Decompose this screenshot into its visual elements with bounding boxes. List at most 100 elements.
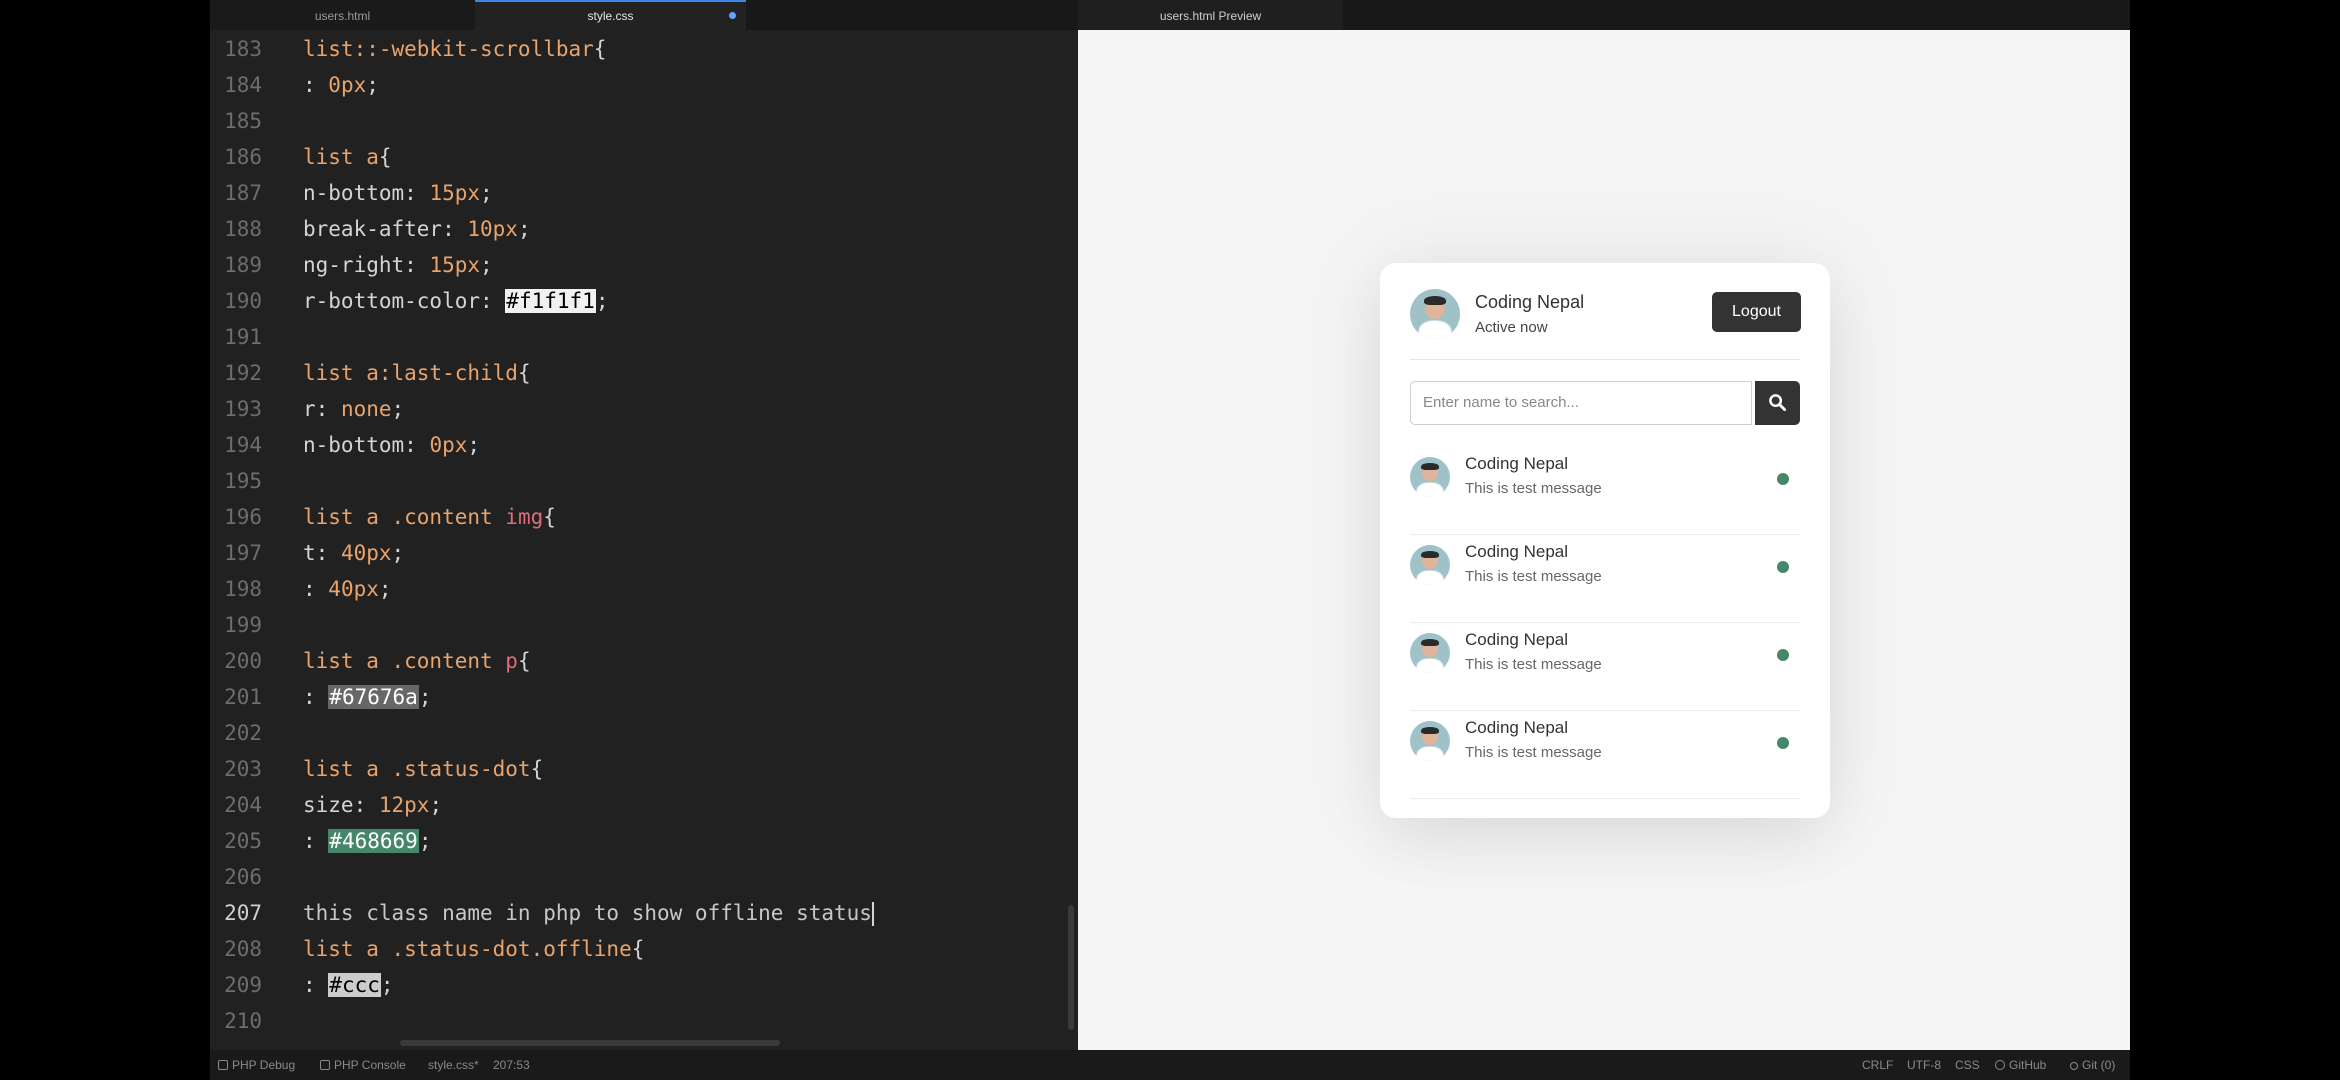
code-line[interactable]: 204 size: 12px; — [210, 787, 1078, 823]
avatar — [1410, 633, 1450, 673]
code-line[interactable]: 195 — [210, 463, 1078, 499]
line-number: 193 — [224, 397, 262, 421]
line-number: 183 — [224, 37, 262, 61]
tab-style-css[interactable]: style.css — [475, 0, 746, 30]
line-number: 208 — [224, 937, 262, 961]
vertical-scrollbar[interactable] — [1068, 905, 1074, 1030]
code-token: ; — [418, 685, 432, 709]
code-value: 40px — [328, 577, 379, 601]
code-text: list a .status-dot.offline{ — [303, 931, 644, 967]
code-value: #f1f1f1 — [505, 289, 596, 313]
user-last-message: This is test message — [1465, 656, 1602, 673]
code-area[interactable]: 183 list::-webkit-scrollbar{184: 0px; 185 1… — [210, 31, 1078, 1050]
php-console-button[interactable]: PHP Console — [320, 1050, 406, 1080]
console-icon — [320, 1060, 330, 1070]
code-line[interactable]: 193 r: none; — [210, 391, 1078, 427]
code-value: 40px — [340, 541, 392, 565]
code-line[interactable]: 200 list a .content p{ — [210, 643, 1078, 679]
code-line[interactable]: 187 n-bottom: 15px; — [210, 175, 1078, 211]
php-debug-button[interactable]: PHP Debug — [218, 1050, 295, 1080]
php-debug-label: PHP Debug — [232, 1058, 296, 1072]
user-list-item[interactable]: Coding Nepal This is test message — [1410, 623, 1800, 711]
code-text: : 40px; — [303, 571, 392, 607]
code-text: : 0px; — [303, 67, 379, 103]
code-line[interactable]: 191 — [210, 319, 1078, 355]
avatar — [1410, 545, 1450, 585]
search-button[interactable] — [1755, 381, 1800, 425]
user-list-item[interactable]: Coding Nepal This is test message — [1410, 535, 1800, 623]
code-line[interactable]: 185 — [210, 103, 1078, 139]
user-list-item[interactable]: Coding Nepal This is test message — [1410, 711, 1800, 799]
cursor-position[interactable]: 207:53 — [493, 1050, 530, 1080]
code-line[interactable]: 205 : #468669; — [210, 823, 1078, 859]
php-console-label: PHP Console — [334, 1058, 406, 1072]
code-text: : #468669; — [303, 823, 431, 859]
code-token: list a .content p{ — [303, 649, 531, 673]
code-token: list::-webkit-scrollbar{ — [303, 37, 607, 61]
code-token: : — [303, 73, 329, 97]
code-line[interactable]: 208 list a .status-dot.offline{ — [210, 931, 1078, 967]
code-line[interactable]: 189 ng-right: 15px; — [210, 247, 1078, 283]
code-text: ng-right: 15px; — [303, 247, 493, 283]
code-text: r-bottom-color: #f1f1f1; — [303, 283, 608, 319]
tab-users-html[interactable]: users.html — [210, 0, 475, 30]
line-number: 194 — [224, 433, 262, 457]
code-line[interactable]: 203 list a .status-dot{ — [210, 751, 1078, 787]
line-number: 205 — [224, 829, 262, 853]
code-line[interactable]: 206 — [210, 859, 1078, 895]
tab-preview[interactable]: users.html Preview — [1078, 0, 1343, 30]
code-token: size: — [303, 793, 379, 817]
code-line[interactable]: 199 — [210, 607, 1078, 643]
code-token: : — [303, 973, 329, 997]
line-number: 186 — [224, 145, 262, 169]
code-line[interactable]: 188 break-after: 10px; — [210, 211, 1078, 247]
code-token: break-after: — [303, 217, 468, 241]
unsaved-dot-icon — [729, 12, 736, 19]
github-icon — [1995, 1060, 2005, 1070]
code-value: #ccc — [328, 973, 381, 997]
language-mode[interactable]: CSS — [1955, 1050, 1980, 1080]
logout-button[interactable]: Logout — [1712, 292, 1801, 332]
current-file[interactable]: style.css* — [428, 1050, 479, 1080]
user-last-message: This is test message — [1465, 744, 1602, 761]
code-editor[interactable]: users.html style.css 183 list::-webkit-sc… — [210, 0, 1078, 1050]
status-bar: PHP Debug PHP Console style.css* 207:53 … — [210, 1050, 2130, 1080]
code-line[interactable]: 209: #ccc; — [210, 967, 1078, 1003]
line-number: 197 — [224, 541, 262, 565]
code-line[interactable]: 190 r-bottom-color: #f1f1f1; — [210, 283, 1078, 319]
line-number: 185 — [224, 109, 262, 133]
search-icon — [1769, 394, 1787, 412]
line-number: 210 — [224, 1009, 262, 1033]
code-line[interactable]: 198: 40px; — [210, 571, 1078, 607]
code-line[interactable]: 196 list a .content img{ — [210, 499, 1078, 535]
user-list-item[interactable]: Coding Nepal This is test message — [1410, 447, 1800, 535]
code-token: ; — [380, 973, 394, 997]
code-line[interactable]: 207 this class name in php to show offlin… — [210, 895, 1078, 931]
user-last-message: This is test message — [1465, 568, 1602, 585]
line-ending[interactable]: CRLF — [1862, 1050, 1893, 1080]
code-line[interactable]: 186 list a{ — [210, 139, 1078, 175]
code-line[interactable]: 202 — [210, 715, 1078, 751]
line-number: 203 — [224, 757, 262, 781]
code-text: r: none; — [303, 391, 404, 427]
code-text: n-bottom: 0px; — [303, 427, 480, 463]
github-button[interactable]: GitHub — [1995, 1050, 2046, 1080]
code-line[interactable]: 201: #67676a; — [210, 679, 1078, 715]
code-line[interactable]: 192 list a:last-child{ — [210, 355, 1078, 391]
code-line[interactable]: 183 list::-webkit-scrollbar{ — [210, 31, 1078, 67]
code-line[interactable]: 210 — [210, 1003, 1078, 1039]
code-line[interactable]: 184: 0px; — [210, 67, 1078, 103]
code-token: ng-right: — [303, 253, 430, 277]
users-card: Coding Nepal Active now Logout Enter nam… — [1380, 263, 1830, 818]
line-number: 199 — [224, 613, 262, 637]
code-token: ; — [517, 217, 531, 241]
line-number: 207 — [224, 901, 262, 925]
search-input[interactable]: Enter name to search... — [1410, 381, 1752, 425]
git-button[interactable]: Git (0) — [2070, 1050, 2115, 1080]
encoding[interactable]: UTF-8 — [1907, 1050, 1941, 1080]
code-token: : — [303, 829, 329, 853]
horizontal-scrollbar[interactable] — [400, 1040, 780, 1046]
line-number: 190 — [224, 289, 262, 313]
code-line[interactable]: 194 n-bottom: 0px; — [210, 427, 1078, 463]
code-line[interactable]: 197 t: 40px; — [210, 535, 1078, 571]
